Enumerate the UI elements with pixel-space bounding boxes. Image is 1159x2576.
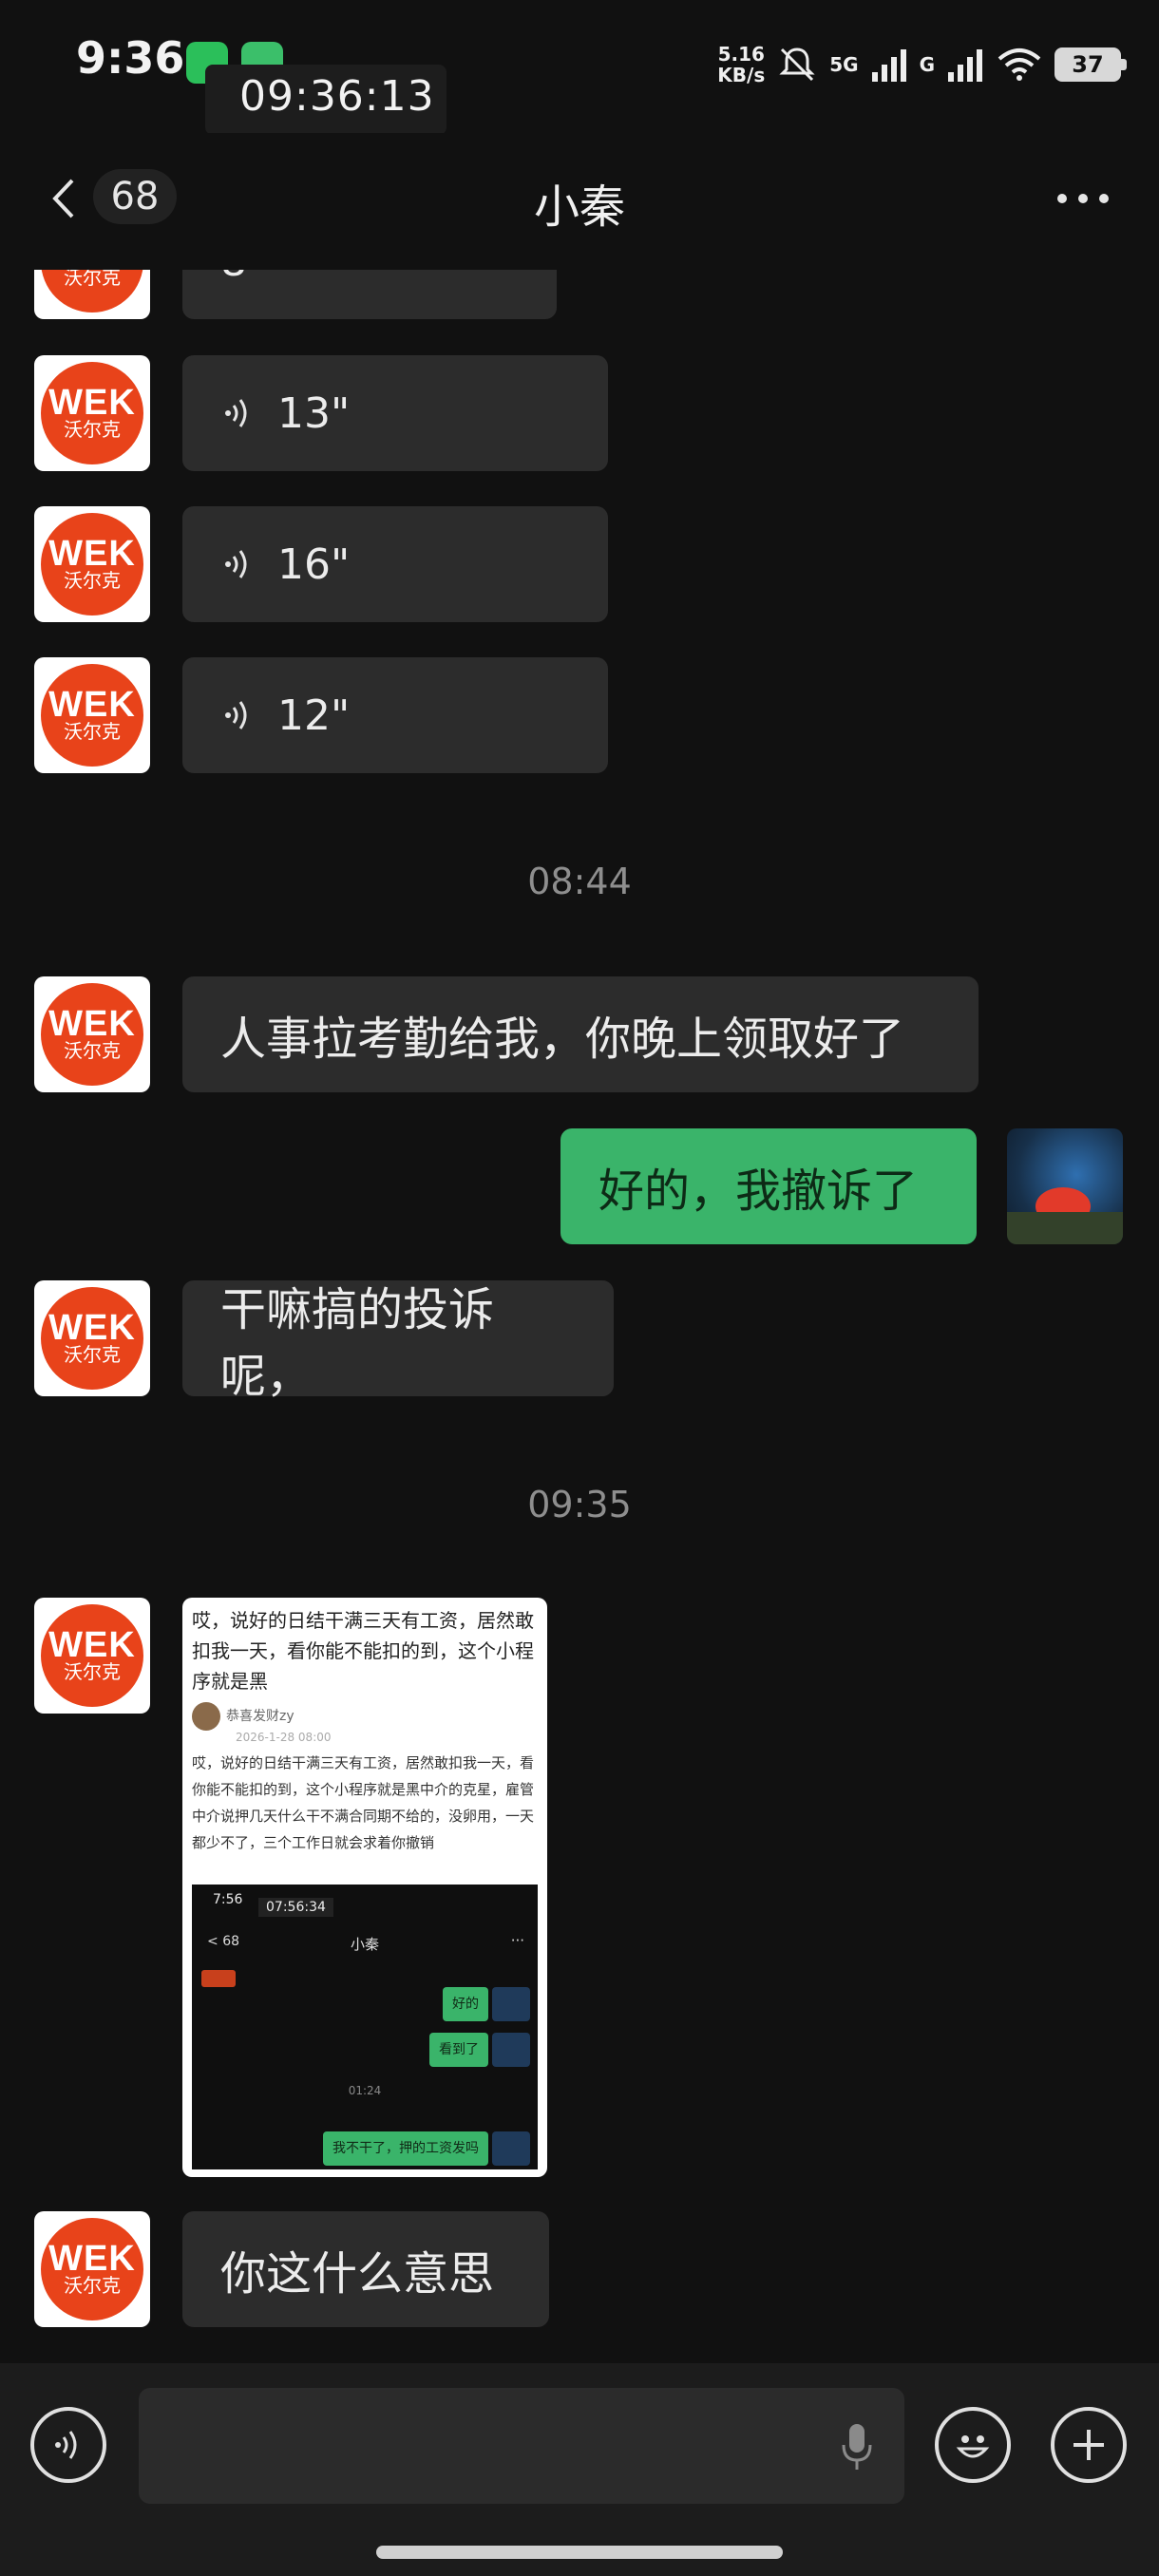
more-options-icon[interactable] [1045, 184, 1121, 213]
signal-icon [871, 49, 906, 82]
chat-title: 小秦 [533, 180, 625, 234]
signal-icon-2 [948, 49, 982, 82]
voice-wave-icon [225, 550, 247, 578]
voice-wave-icon [225, 399, 247, 427]
image-author: 恭喜发财zy [192, 1702, 294, 1731]
contact-avatar[interactable]: WEK沃尔克 [34, 657, 150, 773]
status-time: 9:36 [76, 32, 185, 84]
plus-icon[interactable] [1051, 2407, 1127, 2483]
contact-avatar[interactable]: WEK沃尔克 [34, 506, 150, 622]
message-input[interactable] [139, 2388, 904, 2504]
status-bar: 9:36 09:36:13 5.16 KB/s 5G G 37 [0, 0, 1159, 135]
emoji-icon[interactable] [935, 2407, 1011, 2483]
contact-avatar[interactable]: WEK沃尔克 [34, 1598, 150, 1714]
chat-header-overlay: 68 小秦 [0, 152, 1159, 247]
voice-duration: 13" [277, 388, 351, 438]
recording-timer: 09:36:13 [239, 72, 435, 121]
voice-message[interactable]: 16" [182, 506, 608, 622]
voice-wave-icon [225, 701, 247, 729]
status-right: 5.16 KB/s 5G G 37 [717, 36, 1127, 93]
voice-duration: 16" [277, 540, 351, 589]
image-message[interactable]: 哎，说好的日结干满三天有工资，居然敢扣我一天，看你能不能扣的到，这个小程序就是黑… [182, 1598, 547, 2177]
wifi-icon [998, 48, 1041, 81]
my-avatar[interactable] [1007, 1128, 1123, 1244]
contact-avatar[interactable]: WEK沃尔克 [34, 2211, 150, 2327]
voice-duration: 12" [277, 691, 351, 740]
message-timestamp: 08:44 [527, 861, 632, 902]
author-avatar [192, 1702, 220, 1731]
mute-bell-icon [779, 47, 815, 82]
embedded-phone-screenshot: 7:56 07:56:34 < 68 小秦 ··· 好的 看到了 01:24 我… [192, 1885, 538, 2169]
message-timestamp: 09:35 [527, 1484, 632, 1525]
contact-avatar[interactable]: WEK沃尔克 [34, 355, 150, 471]
contact-avatar[interactable]: WEK沃尔克 [34, 1280, 150, 1396]
voice-message[interactable]: 13" [182, 355, 608, 471]
contact-avatar[interactable]: WEK沃尔克 [34, 976, 150, 1092]
image-intro-text: 哎，说好的日结干满三天有工资，居然敢扣我一天，看你能不能扣的到，这个小程序就是黑 [192, 1609, 534, 1693]
home-indicator[interactable] [376, 2546, 783, 2559]
outgoing-text-message[interactable]: 好的，我撤诉了 [560, 1128, 977, 1244]
image-date: 2026-1-28 08:00 [236, 1731, 332, 1744]
incoming-text-message[interactable]: 干嘛搞的投诉呢， [182, 1280, 614, 1403]
microphone-icon[interactable] [838, 2420, 876, 2473]
chat-input-bar [0, 2363, 1159, 2576]
voice-message[interactable]: 12" [182, 657, 608, 773]
battery-indicator: 37 [1054, 47, 1127, 82]
incoming-text-message[interactable]: 你这什么意思 [182, 2211, 549, 2327]
voice-mode-icon[interactable] [30, 2407, 106, 2483]
image-body-text: 哎，说好的日结干满三天有工资，居然敢扣我一天，看你能不能扣的到，这个小程序就是黑… [192, 1754, 535, 1851]
incoming-text-message[interactable]: 人事拉考勤给我，你晚上领取好了 [182, 976, 978, 1092]
net-speed: 5.16 KB/s [717, 43, 766, 86]
network-g: G [919, 53, 935, 76]
network-5g: 5G [829, 53, 859, 76]
